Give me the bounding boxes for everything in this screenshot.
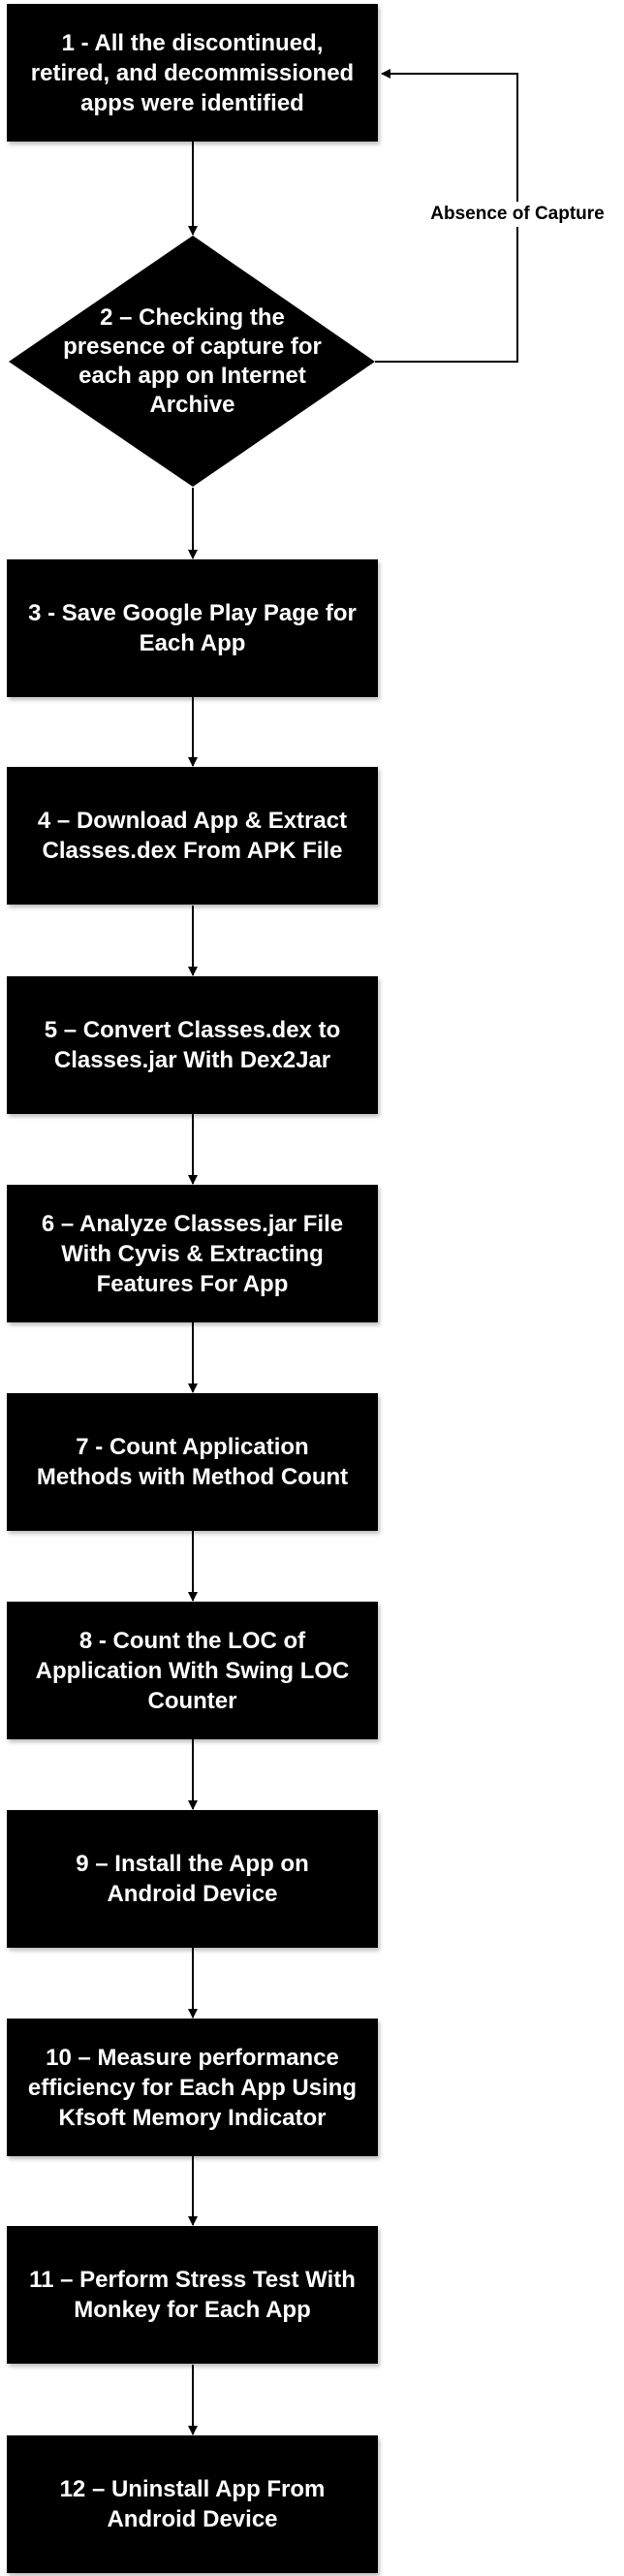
step-3-box: 3 - Save Google Play Page for Each App	[7, 559, 378, 697]
absence-of-capture-label: Absence of Capture	[411, 202, 624, 227]
step-6-box: 6 – Analyze Classes.jar File With Cyvis …	[7, 1185, 378, 1322]
step-8-box: 8 - Count the LOC of Application With Sw…	[7, 1602, 378, 1739]
step-1-box: 1 - All the discontinued, retired, and d…	[7, 4, 378, 142]
step-10-box: 10 – Measure performance efficiency for …	[7, 2019, 378, 2156]
step-7-box: 7 - Count Application Methods with Metho…	[7, 1393, 378, 1531]
step-5-box: 5 – Convert Classes.dex to Classes.jar W…	[7, 976, 378, 1114]
step-2-decision-text: 2 – Checking the presence of capture for…	[63, 304, 322, 418]
step-12-box: 12 – Uninstall App From Android Device	[7, 2435, 378, 2573]
step-4-box: 4 – Download App & Extract Classes.dex F…	[7, 767, 378, 905]
step-9-box: 9 – Install the App on Android Device	[7, 1810, 378, 1948]
step-11-box: 11 – Perform Stress Test With Monkey for…	[7, 2226, 378, 2364]
